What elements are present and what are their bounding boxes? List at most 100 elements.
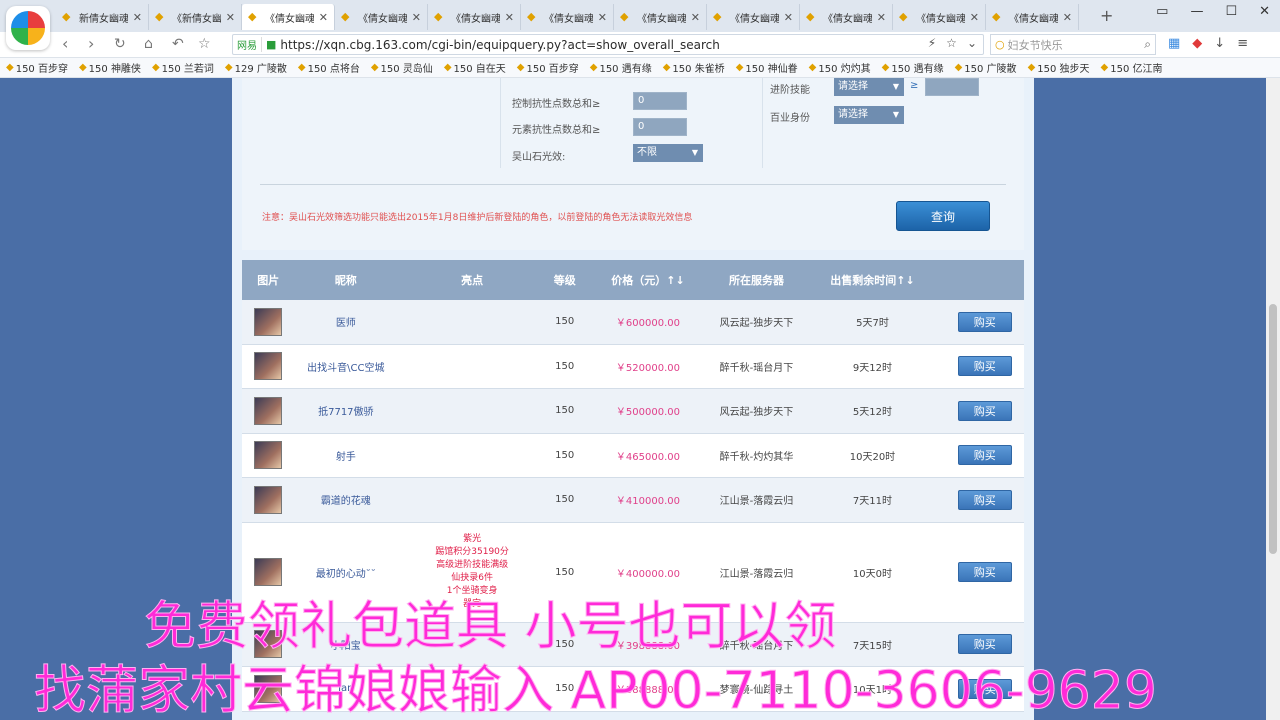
bookmark-item[interactable]: ◆ 150 百步穿 <box>517 60 579 75</box>
bookmark-item[interactable]: ◆ 150 广陵散 <box>955 60 1017 75</box>
browser-tab[interactable]: ◆ 《倩女幽魂 ✕ <box>428 4 521 30</box>
browser-tab[interactable]: ◆ 《倩女幽魂 ✕ <box>521 4 614 30</box>
chevron-down-icon[interactable]: ⌄ <box>967 36 977 50</box>
bookmark-item[interactable]: ◆ 150 灵岛仙 <box>371 60 433 75</box>
browser-tab[interactable]: ◆ 《倩女幽魂 ✕ <box>986 4 1079 30</box>
element-resist-input[interactable]: 0 <box>633 118 687 136</box>
browser-tab[interactable]: ◆ 《倩女幽魂 ✕ <box>335 4 428 30</box>
wushan-select[interactable]: 不限 ▼ <box>633 144 703 162</box>
tab-close-icon[interactable]: ✕ <box>691 11 700 24</box>
bookmark-favicon-icon: ◆ <box>78 62 87 73</box>
new-tab-button[interactable]: + <box>1100 6 1113 25</box>
bookmark-item[interactable]: ◆ 150 神仙眷 <box>736 60 798 75</box>
browser-tab[interactable]: ◆ 《新倩女幽 ✕ <box>149 4 242 30</box>
bookmark-favicon-icon: ◆ <box>662 62 671 73</box>
tab-label: 《倩女幽魂 <box>637 13 686 25</box>
bookmark-label: 150 点将台 <box>307 64 360 75</box>
home-icon[interactable]: ⌂ <box>144 36 153 52</box>
search-box[interactable]: ○ 妇女节快乐 ⌕ <box>990 34 1156 55</box>
character-name[interactable]: 医师 <box>294 314 397 329</box>
bookmark-label: 150 广陵散 <box>964 64 1017 75</box>
avatar[interactable] <box>254 307 282 336</box>
header-price[interactable]: 价格（元）↑↓ <box>582 272 713 288</box>
buy-button[interactable]: 购买 <box>957 400 1012 421</box>
forward-icon[interactable]: › <box>88 34 94 53</box>
character-name[interactable]: 出找斗音\CC空城 <box>294 359 397 374</box>
profession-select[interactable]: 请选择 ▼ <box>834 106 904 124</box>
bookmark-item[interactable]: ◆ 150 灼灼其 <box>809 60 871 75</box>
header-time[interactable]: 出售剩余时间↑↓ <box>800 272 946 288</box>
tab-close-icon[interactable]: ✕ <box>1063 11 1072 24</box>
bookmark-item[interactable]: ◆ 150 自在天 <box>444 60 506 75</box>
bookmark-star-icon[interactable]: ☆ <box>946 36 957 50</box>
tab-close-icon[interactable]: ✕ <box>784 11 793 24</box>
tab-close-icon[interactable]: ✕ <box>970 11 979 24</box>
server: 醉千秋-瑶台月下 <box>719 362 794 374</box>
avatar[interactable] <box>254 352 282 381</box>
buy-button[interactable]: 购买 <box>957 445 1012 466</box>
tab-close-icon[interactable]: ✕ <box>133 11 142 24</box>
browser-tab[interactable]: ◆ 《倩女幽魂 ✕ <box>242 4 335 30</box>
browser-tab[interactable]: ◆ 《倩女幽魂 ✕ <box>893 4 986 30</box>
buy-button[interactable]: 购买 <box>957 311 1012 332</box>
browser-tab[interactable]: ◆ 《倩女幽魂 ✕ <box>707 4 800 30</box>
star-icon[interactable]: ☆ <box>198 36 211 52</box>
bookmark-item[interactable]: ◆ 150 点将台 <box>298 60 360 75</box>
back-icon[interactable]: ‹ <box>62 34 68 53</box>
minimize-button[interactable]: — <box>1190 4 1203 19</box>
search-icon[interactable]: ⌕ <box>1144 37 1151 52</box>
query-button[interactable]: 查询 <box>896 201 990 231</box>
avatar[interactable] <box>254 396 282 425</box>
apps-icon[interactable]: ▦ <box>1168 36 1180 51</box>
advanced-skill-select[interactable]: 请选择 ▼ <box>834 78 904 96</box>
download-icon[interactable]: ↓ <box>1214 36 1225 51</box>
lightning-icon[interactable]: ⚡ <box>928 36 936 50</box>
tab-close-icon[interactable]: ✕ <box>319 11 328 24</box>
tab-close-icon[interactable]: ✕ <box>226 11 235 24</box>
bookmark-label: 150 自在天 <box>453 64 506 75</box>
bookmark-item[interactable]: ◆ 150 亿江南 <box>1101 60 1163 75</box>
shirt-icon[interactable]: ▭ <box>1156 4 1168 19</box>
level: 150 <box>555 316 575 328</box>
url-text[interactable]: https://xqn.cbg.163.com/cgi-bin/equipque… <box>280 38 719 52</box>
buy-button[interactable]: 购买 <box>957 489 1012 510</box>
table-row: 霸道的花魂 150 ￥410000.00 江山景-落霞云归 7天11时 购买 <box>242 478 1024 523</box>
scrollbar-thumb[interactable] <box>1269 304 1277 554</box>
bookmark-item[interactable]: ◆ 150 百步穿 <box>6 60 68 75</box>
tab-close-icon[interactable]: ✕ <box>598 11 607 24</box>
buy-button[interactable]: 购买 <box>957 356 1012 377</box>
browser-tab[interactable]: ◆ 新倩女幽魂 ✕ <box>56 4 149 30</box>
gamepad-icon[interactable]: ◆ <box>1192 36 1202 51</box>
element-resist-label: 元素抗性点数总和≥ <box>512 125 601 136</box>
bookmark-item[interactable]: ◆ 150 朱雀桥 <box>663 60 725 75</box>
bookmark-item[interactable]: ◆ 150 遇有缘 <box>590 60 652 75</box>
buy-button[interactable]: 购买 <box>957 562 1012 582</box>
avatar[interactable] <box>254 441 282 470</box>
undo-icon[interactable]: ↶ <box>172 36 184 52</box>
bookmark-item[interactable]: ◆ 129 广陵散 <box>225 60 287 75</box>
character-name[interactable]: 霸道的花魂 <box>294 492 397 507</box>
tab-close-icon[interactable]: ✕ <box>877 11 886 24</box>
advanced-skill-input[interactable] <box>925 78 979 96</box>
scrollbar[interactable] <box>1266 78 1280 720</box>
control-resist-input[interactable]: 0 <box>633 92 687 110</box>
bookmark-item[interactable]: ◆ 150 独步天 <box>1028 60 1090 75</box>
character-name[interactable]: 射手 <box>294 448 397 463</box>
address-bar[interactable]: 网易 ■ https://xqn.cbg.163.com/cgi-bin/equ… <box>232 34 984 55</box>
avatar[interactable] <box>254 558 282 586</box>
maximize-button[interactable]: ☐ <box>1225 4 1237 19</box>
browser-tab[interactable]: ◆ 《倩女幽魂 ✕ <box>800 4 893 30</box>
browser-tab[interactable]: ◆ 《倩女幽魂 ✕ <box>614 4 707 30</box>
tab-close-icon[interactable]: ✕ <box>505 11 514 24</box>
browser-logo[interactable] <box>6 6 50 50</box>
close-button[interactable]: ✕ <box>1259 4 1270 19</box>
bookmark-item[interactable]: ◆ 150 遇有缘 <box>882 60 944 75</box>
bookmark-item[interactable]: ◆ 150 兰若词 <box>152 60 214 75</box>
avatar[interactable] <box>254 485 282 514</box>
menu-icon[interactable]: ≡ <box>1237 36 1248 51</box>
character-name[interactable]: 抵7717傲骄 <box>294 403 397 418</box>
reload-icon[interactable]: ↻ <box>114 36 126 52</box>
character-name[interactable]: 最初的心动˘˘ <box>294 565 397 580</box>
bookmark-item[interactable]: ◆ 150 神雕侠 <box>79 60 141 75</box>
tab-close-icon[interactable]: ✕ <box>412 11 421 24</box>
